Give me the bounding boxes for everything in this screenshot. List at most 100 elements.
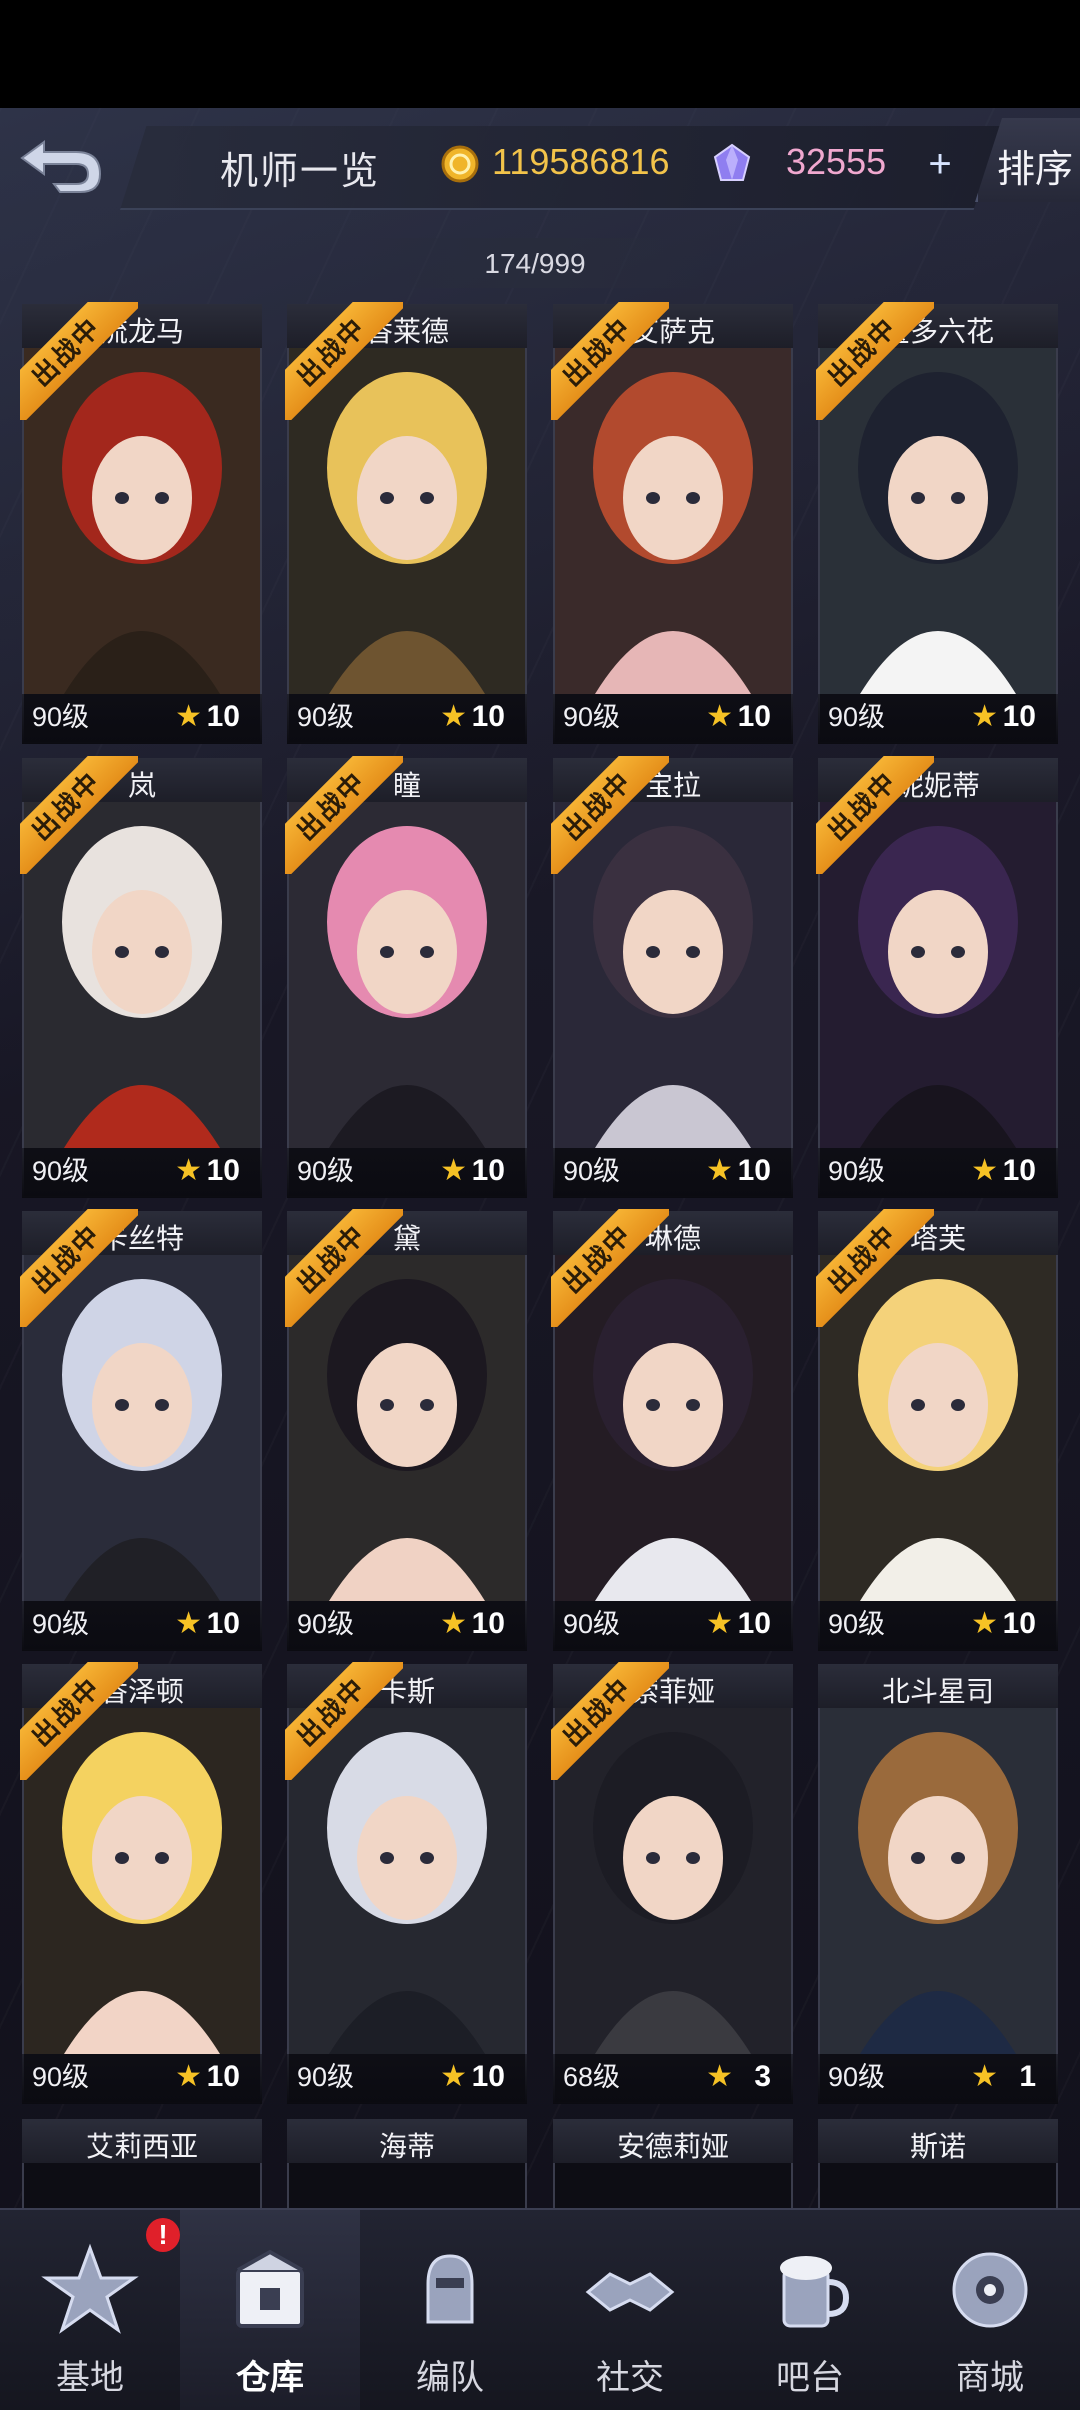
pilot-card[interactable]: 90级 ★ 10 香泽顿 出战中 [20,1662,262,2104]
pilot-card[interactable]: 90级 ★ 10 黛出战中 [285,1209,527,1651]
pilot-level: 90级 [32,702,90,732]
deployed-ribbon: 出战中 [20,756,138,874]
gold-amount: 119586816 [492,141,670,182]
deployed-label: 出战中 [285,302,403,420]
add-gems-button[interactable]: + [918,144,962,184]
bottom-nav: 基地! 仓库 编队 社交 吧台 商城 [0,2208,1080,2410]
nav-item[interactable]: 基地! [0,2210,180,2410]
deployed-label: 出战中 [551,302,669,420]
star-icon: ★ [440,2060,467,2093]
pilot-star-count: 10 [1002,700,1036,733]
pilot-level: 90级 [563,1156,621,1186]
deployed-ribbon: 出战中 [551,1209,669,1327]
star-icon: ★ [440,1154,467,1187]
nav-item[interactable]: 吧台 [720,2210,900,2410]
gem-amount: 32555 [786,141,887,182]
nav-item[interactable]: 仓库 [180,2210,360,2410]
nav-item[interactable]: 社交 [540,2210,720,2410]
pilot-level: 90级 [297,1609,355,1639]
pilot-level: 90级 [828,1609,886,1639]
header: 机师一览 119586816 32555 + 排序 [0,108,1080,210]
pilot-level: 90级 [828,1156,886,1186]
star-icon: ★ [706,2060,733,2093]
pilot-portrait [820,1708,1056,2054]
deployed-label: 出战中 [20,302,138,420]
pilot-level: 90级 [32,1156,90,1186]
pilot-card[interactable]: 90级 ★ 10 香莱德 出战中 [285,302,527,744]
gold-coin-icon [441,145,479,183]
pilot-level: 90级 [828,702,886,732]
back-arrow-icon [20,140,102,193]
star-icon: ★ [971,700,998,733]
gem-icon [713,143,751,181]
star-icon: ★ [175,1154,202,1187]
pilot-name: 安德莉娅 [616,2131,729,2162]
shop-robot-icon [952,2252,1028,2328]
team-mecha-icon [426,2254,474,2324]
deployed-label: 出战中 [816,302,934,420]
pilot-card[interactable]: 90级 ★ 10 岚出战中 [20,756,262,1198]
base-star-icon [41,2243,139,2334]
deployed-label: 出战中 [551,1209,669,1327]
pilot-card[interactable]: 90级 ★ 10 流龙马 出战中 [20,302,262,744]
pilot-level: 90级 [563,1609,621,1639]
pilot-level: 90级 [297,2062,355,2092]
pilot-star-count: 10 [471,2060,505,2093]
star-icon: ★ [175,2060,202,2093]
deployed-ribbon: 出战中 [551,1662,669,1780]
pilot-grid: 90级 ★ 10 流龙马 出战中 90级 ★ 10 香莱德 出战中 90级 ★ 10 艾萨克 出战中 90级 ★… [0,302,1080,2229]
pilot-card[interactable]: 90级 ★ 10 宝拉 出战中 [551,756,793,1198]
pilot-star-count: 1 [1019,2060,1036,2093]
deployed-ribbon: 出战中 [285,756,403,874]
back-button[interactable] [14,128,110,198]
pilot-card[interactable]: 90级 ★ 10 宝多六花 出战中 [816,302,1058,744]
deployed-ribbon: 出战中 [20,1662,138,1780]
roster-count-band: 174/999 [355,238,715,288]
pilot-card[interactable]: 68级 ★ 3 索菲娅 出战中 [551,1662,793,2104]
deployed-label: 出战中 [816,756,934,874]
star-icon: ★ [706,1154,733,1187]
deployed-label: 出战中 [285,756,403,874]
pilot-star-count: 10 [737,1607,771,1640]
pilot-card[interactable]: 90级 ★ 10 妮妮蒂 出战中 [816,756,1058,1198]
deployed-ribbon: 出战中 [285,1209,403,1327]
star-icon: ★ [440,700,467,733]
pilot-star-count: 10 [471,1154,505,1187]
deployed-label: 出战中 [816,1209,934,1327]
pilot-card[interactable]: 90级 ★ 10 瞳出战中 [285,756,527,1198]
status-bar-area [0,0,1080,108]
pilot-card[interactable]: 90级 ★ 10 卡丝特 出战中 [20,1209,262,1651]
nav-item[interactable]: 编队 [360,2210,540,2410]
pilot-level: 90级 [828,2062,886,2092]
nav-item[interactable]: 商城 [900,2210,1080,2410]
pilot-card[interactable]: 90级 ★ 10 琳德 出战中 [551,1209,793,1651]
roster-count: 174/999 [484,248,586,279]
star-icon: ★ [706,700,733,733]
pilot-level: 90级 [32,1609,90,1639]
pilot-level: 90级 [32,2062,90,2092]
nav-label: 社交 [596,2359,664,2397]
star-icon: ★ [175,1607,202,1640]
nav-label: 商城 [956,2359,1024,2397]
sort-label: 排序 [996,149,1073,191]
deployed-ribbon: 出战中 [551,756,669,874]
deployed-ribbon: 出战中 [816,756,934,874]
star-icon: ★ [971,1607,998,1640]
star-icon: ★ [971,2060,998,2093]
pilot-card[interactable]: 90级 ★ 10 艾萨克 出战中 [551,302,793,744]
nav-label: 基地 [56,2359,124,2397]
deployed-ribbon: 出战中 [551,302,669,420]
deployed-ribbon: 出战中 [285,1662,403,1780]
pilot-star-count: 10 [206,1154,240,1187]
deployed-label: 出战中 [285,1209,403,1327]
pilot-level: 90级 [297,1156,355,1186]
pilot-level: 90级 [563,702,621,732]
star-icon: ★ [706,1607,733,1640]
pilot-card[interactable]: 90级 ★ 10 塔芙 出战中 [816,1209,1058,1651]
deployed-ribbon: 出战中 [285,302,403,420]
nav-label: 编队 [416,2359,484,2397]
pilot-card[interactable]: 90级 ★ 10 卡斯 出战中 [285,1662,527,2104]
pilot-name: 海蒂 [378,2131,435,2162]
pilot-name: 艾莉西亚 [85,2131,198,2162]
pilot-card[interactable]: 90级 ★ 1 北斗星司 [818,1664,1058,2104]
